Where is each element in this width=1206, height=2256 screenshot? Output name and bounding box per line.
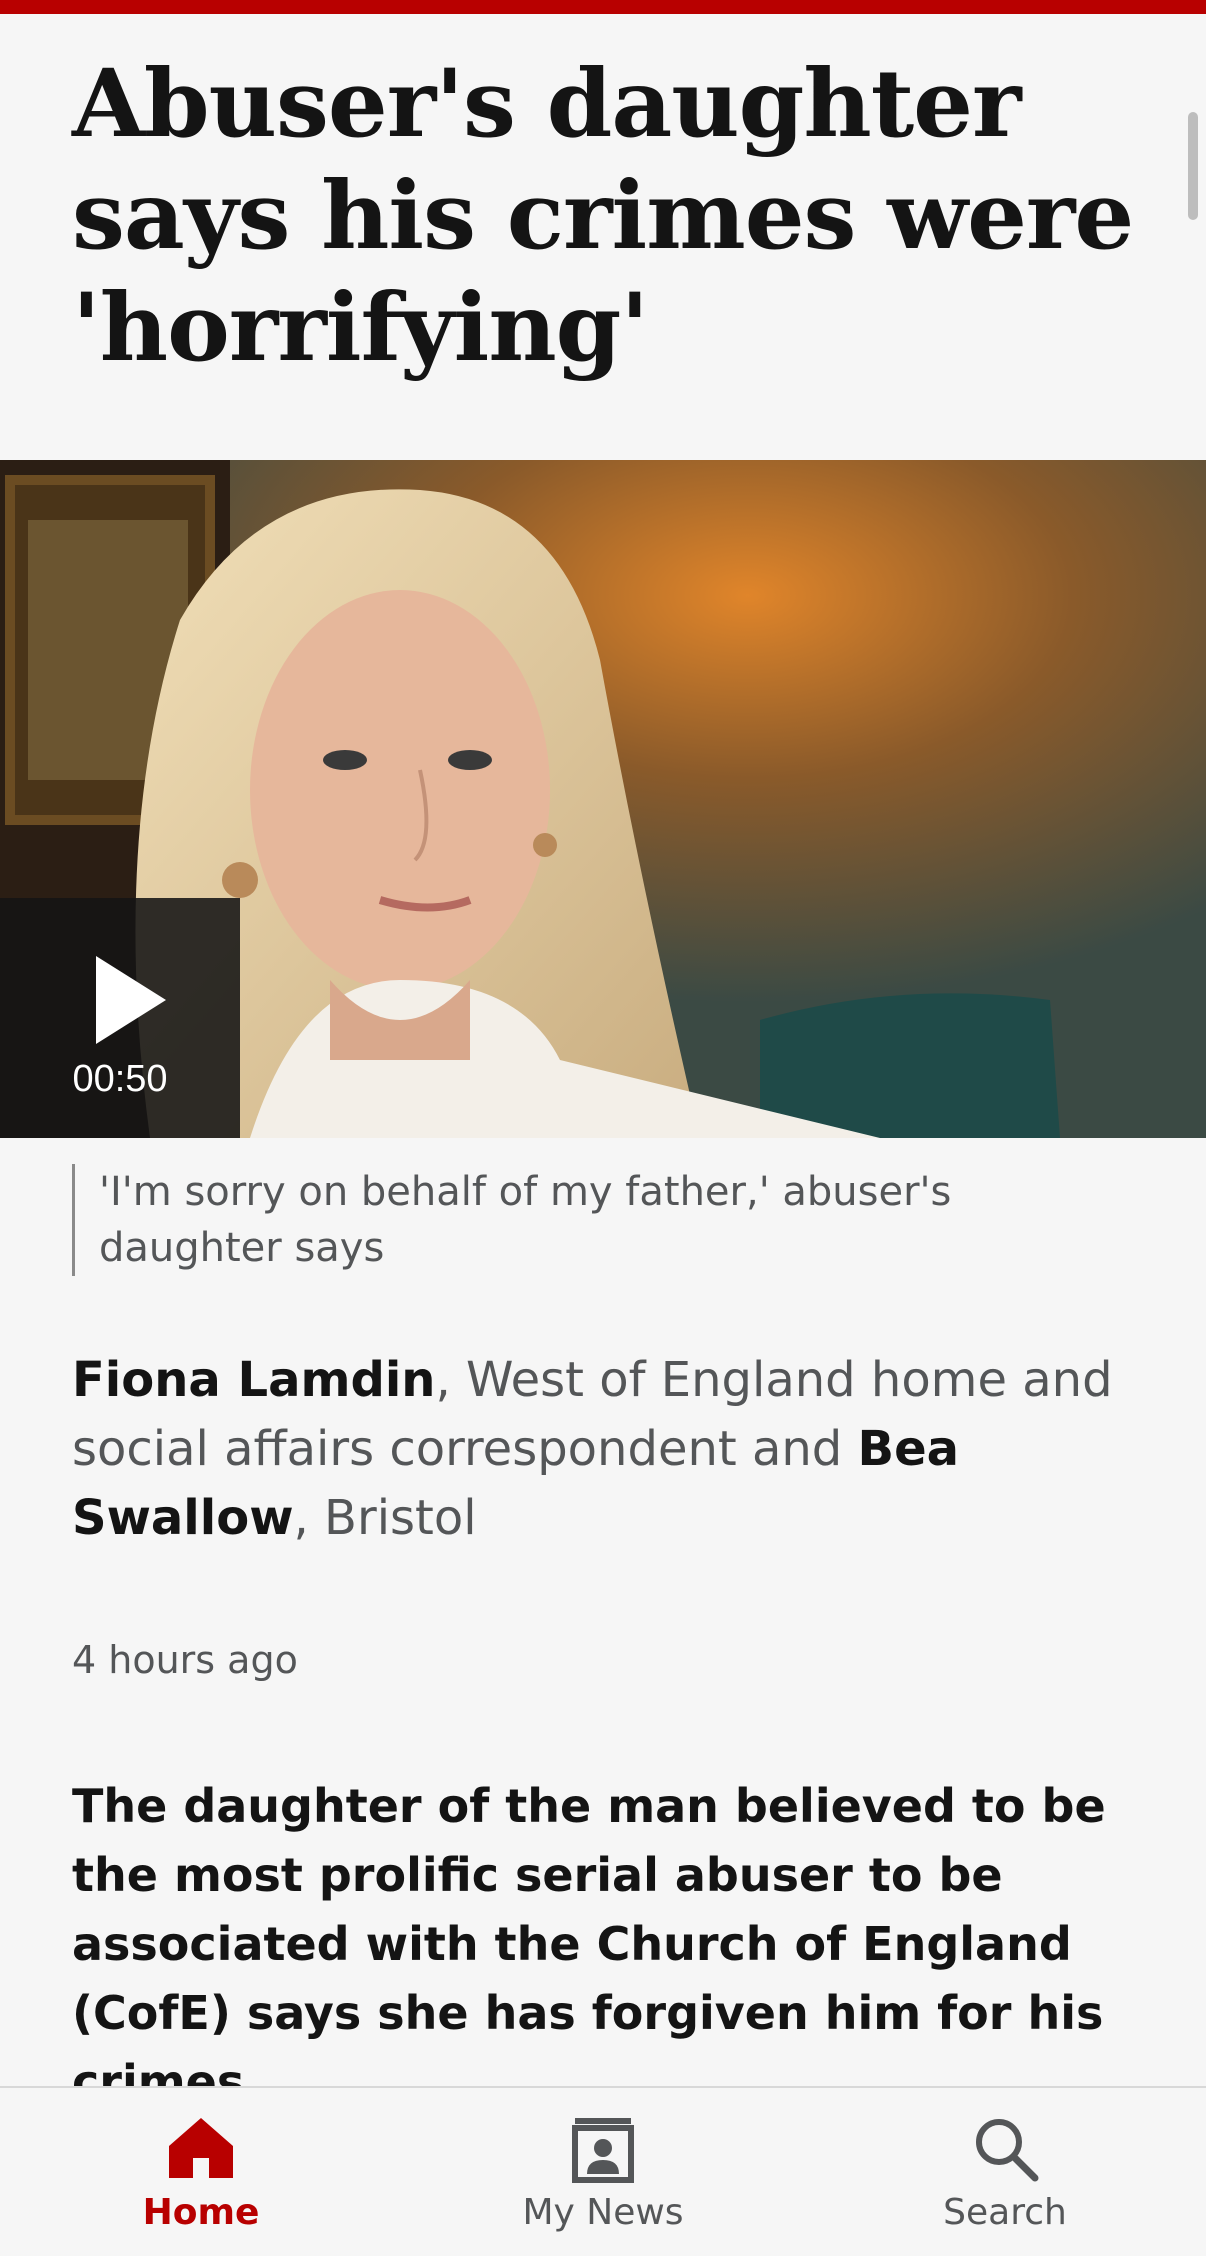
article-page: Abuser's daughter says his crimes were '… xyxy=(0,0,1206,2256)
nav-label: Home xyxy=(142,2192,260,2233)
video-player[interactable]: 00:50 xyxy=(0,460,1206,1138)
my-news-icon xyxy=(572,2118,634,2183)
nav-label: Search xyxy=(943,2192,1067,2233)
nav-search[interactable]: Search xyxy=(804,2088,1206,2256)
byline: Fiona Lamdin, West of England home and s… xyxy=(72,1346,1132,1553)
home-icon xyxy=(169,2118,233,2178)
nav-label: My News xyxy=(522,2192,684,2233)
nav-home[interactable]: Home xyxy=(0,2088,402,2256)
nav-my-news[interactable]: My News xyxy=(402,2088,804,2256)
video-caption: 'I'm sorry on behalf of my father,' abus… xyxy=(72,1164,1099,1276)
author-name: Fiona Lamdin xyxy=(72,1352,436,1408)
brand-top-bar xyxy=(0,0,1206,14)
scrollbar[interactable] xyxy=(1188,112,1198,220)
play-button[interactable]: 00:50 xyxy=(0,898,240,1138)
bottom-navigation: Home My News Search xyxy=(0,2086,1206,2256)
publish-time: 4 hours ago xyxy=(72,1638,298,1682)
article-headline: Abuser's daughter says his crimes were '… xyxy=(72,49,1134,383)
article-lede: The daughter of the man believed to be t… xyxy=(72,1779,1106,2109)
video-duration: 00:50 xyxy=(72,1058,168,1100)
search-icon xyxy=(976,2119,1039,2182)
play-icon xyxy=(96,956,166,1044)
author-role: , Bristol xyxy=(293,1490,477,1546)
